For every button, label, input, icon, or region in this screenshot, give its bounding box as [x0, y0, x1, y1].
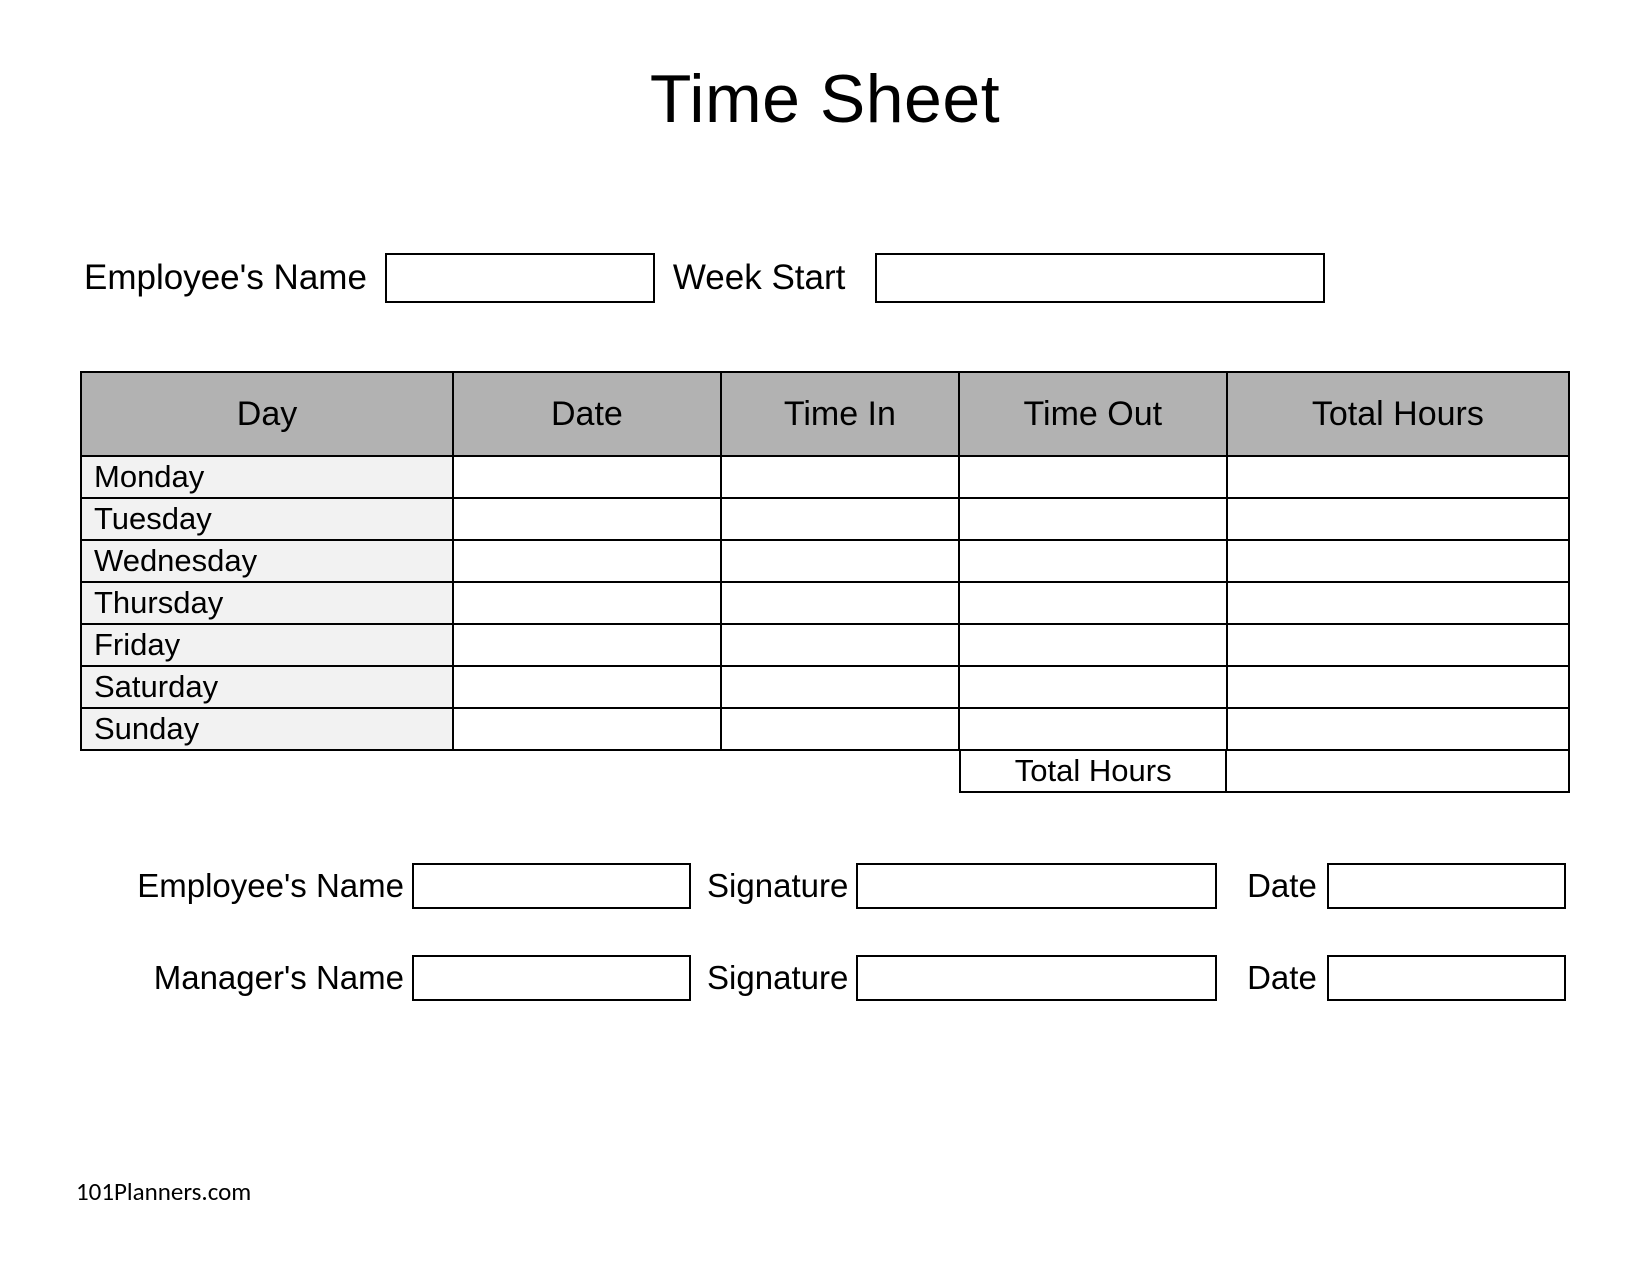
day-monday: Monday — [81, 456, 453, 498]
manager-name-box[interactable] — [412, 955, 691, 1001]
date-cell[interactable] — [453, 456, 721, 498]
employee-signature-label: Signature — [707, 867, 856, 905]
manager-signature-row: Manager's Name Signature Date — [108, 955, 1566, 1001]
day-wednesday: Wednesday — [81, 540, 453, 582]
page-title: Time Sheet — [80, 60, 1570, 138]
table-row: Friday — [81, 624, 1569, 666]
time-out-cell[interactable] — [959, 540, 1227, 582]
manager-name-label: Manager's Name — [108, 959, 412, 997]
employee-name-box[interactable] — [412, 863, 691, 909]
col-date: Date — [453, 372, 721, 456]
total-hours-cell[interactable] — [1227, 666, 1569, 708]
col-time-in: Time In — [721, 372, 959, 456]
day-sunday: Sunday — [81, 708, 453, 750]
total-hours-cell[interactable] — [1227, 456, 1569, 498]
manager-signature-label: Signature — [707, 959, 856, 997]
table-row: Thursday — [81, 582, 1569, 624]
time-in-cell[interactable] — [721, 540, 959, 582]
col-time-out: Time Out — [959, 372, 1227, 456]
time-out-cell[interactable] — [959, 708, 1227, 750]
time-in-cell[interactable] — [721, 498, 959, 540]
total-hours-cell[interactable] — [1227, 624, 1569, 666]
employee-name-input[interactable] — [385, 253, 655, 303]
day-saturday: Saturday — [81, 666, 453, 708]
table-row: Tuesday — [81, 498, 1569, 540]
table-row: Sunday — [81, 708, 1569, 750]
date-cell[interactable] — [453, 540, 721, 582]
time-in-cell[interactable] — [721, 708, 959, 750]
time-in-cell[interactable] — [721, 666, 959, 708]
total-hours-cell[interactable] — [1227, 498, 1569, 540]
total-hours-label: Total Hours — [959, 751, 1227, 793]
footer-attribution: 101Planners.com — [76, 1176, 251, 1207]
header-fields: Employee's Name Week Start — [80, 253, 1570, 303]
table-row: Wednesday — [81, 540, 1569, 582]
time-out-cell[interactable] — [959, 582, 1227, 624]
total-hours-cell[interactable] — [1227, 708, 1569, 750]
total-hours-value[interactable] — [1227, 751, 1570, 793]
time-out-cell[interactable] — [959, 498, 1227, 540]
day-tuesday: Tuesday — [81, 498, 453, 540]
week-start-input[interactable] — [875, 253, 1325, 303]
col-total-hours: Total Hours — [1227, 372, 1569, 456]
time-in-cell[interactable] — [721, 624, 959, 666]
col-day: Day — [81, 372, 453, 456]
date-cell[interactable] — [453, 582, 721, 624]
time-out-cell[interactable] — [959, 666, 1227, 708]
week-start-label: Week Start — [673, 258, 845, 298]
signature-section: Employee's Name Signature Date Manager's… — [80, 863, 1570, 1001]
employee-date-label: Date — [1247, 867, 1327, 905]
time-out-cell[interactable] — [959, 456, 1227, 498]
employee-signature-row: Employee's Name Signature Date — [108, 863, 1566, 909]
table-header-row: Day Date Time In Time Out Total Hours — [81, 372, 1569, 456]
total-hours-cell[interactable] — [1227, 582, 1569, 624]
date-cell[interactable] — [453, 666, 721, 708]
date-cell[interactable] — [453, 498, 721, 540]
time-out-cell[interactable] — [959, 624, 1227, 666]
employee-date-box[interactable] — [1327, 863, 1566, 909]
employee-signature-box[interactable] — [856, 863, 1217, 909]
day-thursday: Thursday — [81, 582, 453, 624]
total-hours-row: Total Hours — [80, 751, 1570, 793]
date-cell[interactable] — [453, 624, 721, 666]
date-cell[interactable] — [453, 708, 721, 750]
timesheet-table: Day Date Time In Time Out Total Hours Mo… — [80, 371, 1570, 751]
time-in-cell[interactable] — [721, 456, 959, 498]
manager-date-label: Date — [1247, 959, 1327, 997]
employee-name-label2: Employee's Name — [108, 867, 412, 905]
manager-date-box[interactable] — [1327, 955, 1566, 1001]
manager-signature-box[interactable] — [856, 955, 1217, 1001]
employee-name-label: Employee's Name — [84, 258, 367, 298]
day-friday: Friday — [81, 624, 453, 666]
total-hours-cell[interactable] — [1227, 540, 1569, 582]
time-in-cell[interactable] — [721, 582, 959, 624]
table-row: Saturday — [81, 666, 1569, 708]
table-row: Monday — [81, 456, 1569, 498]
